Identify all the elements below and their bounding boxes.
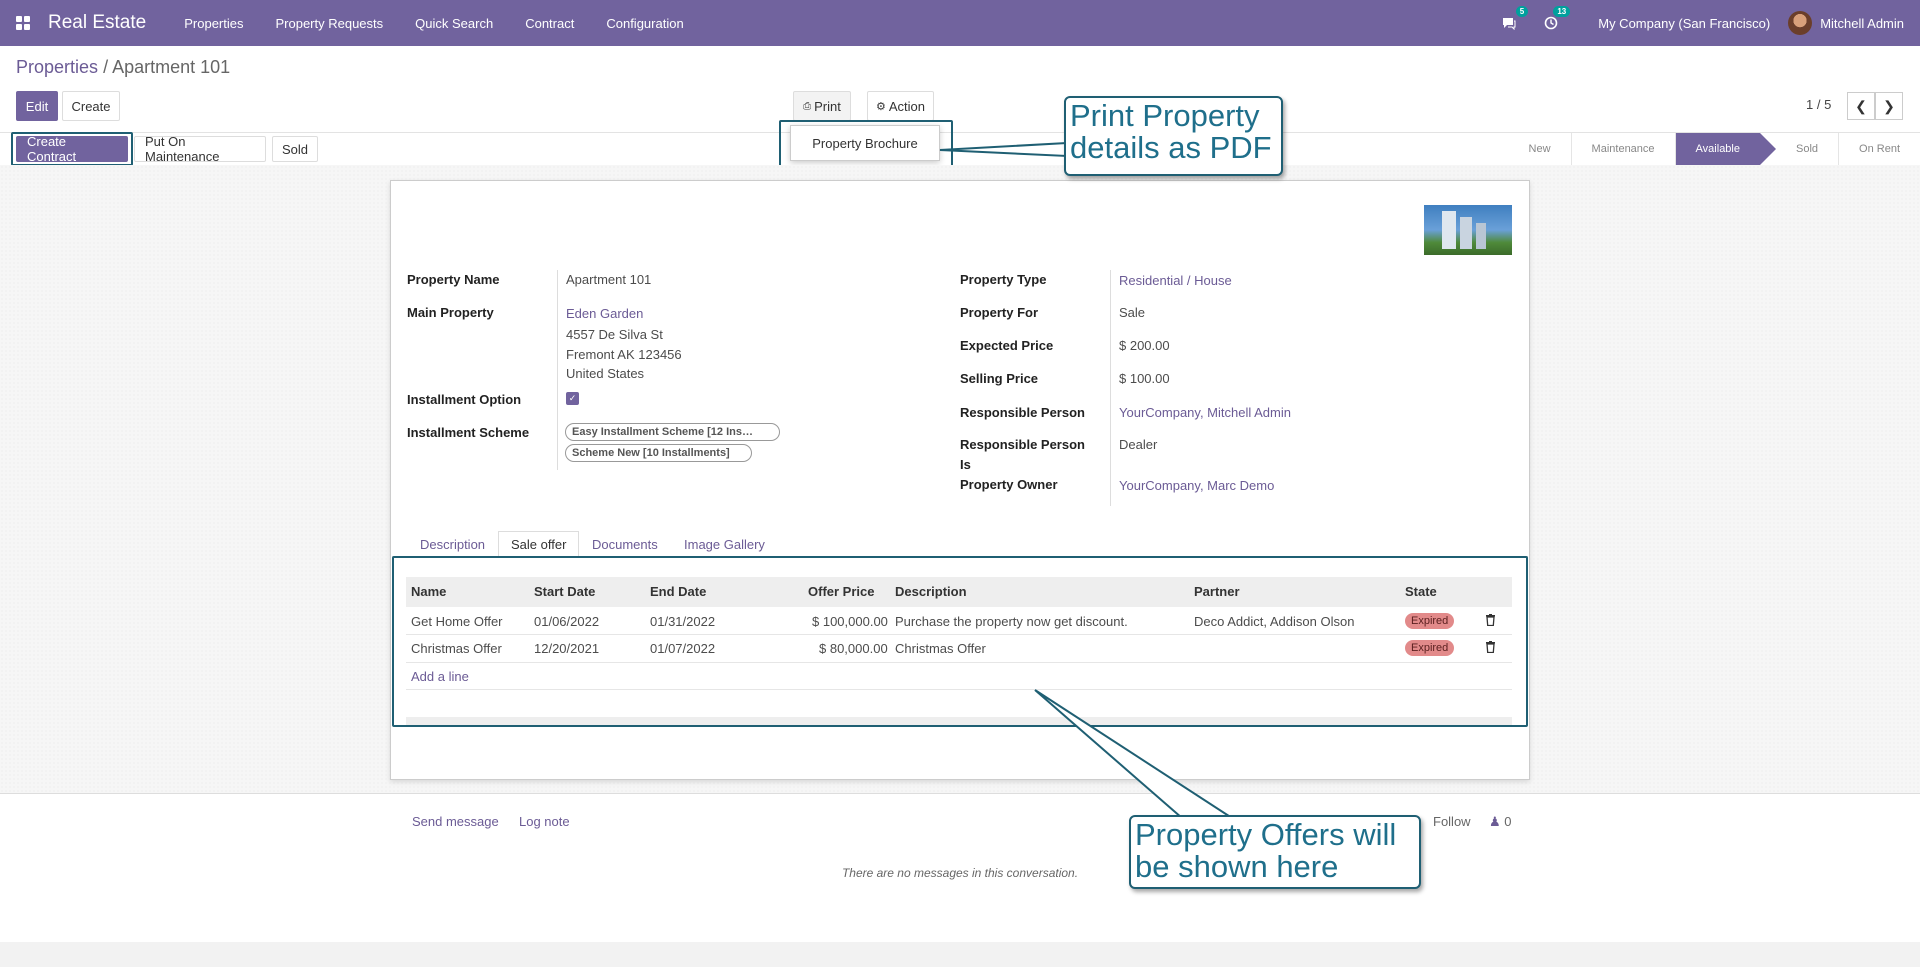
print-callout: Print Property details as PDF [1064,96,1283,176]
offers-callout-pointer [1034,689,1236,819]
offers-callout-line-2: be shown here [1135,849,1339,884]
print-callout-pointer [939,141,1068,158]
offers-callout: Property Offers will be shown here [1129,815,1421,889]
offers-callout-line-1: Property Offers will [1135,817,1397,852]
print-callout-line-1: Print Property [1070,98,1260,133]
callout-pointers [939,141,1236,819]
print-callout-line-2: details as PDF [1070,130,1272,165]
